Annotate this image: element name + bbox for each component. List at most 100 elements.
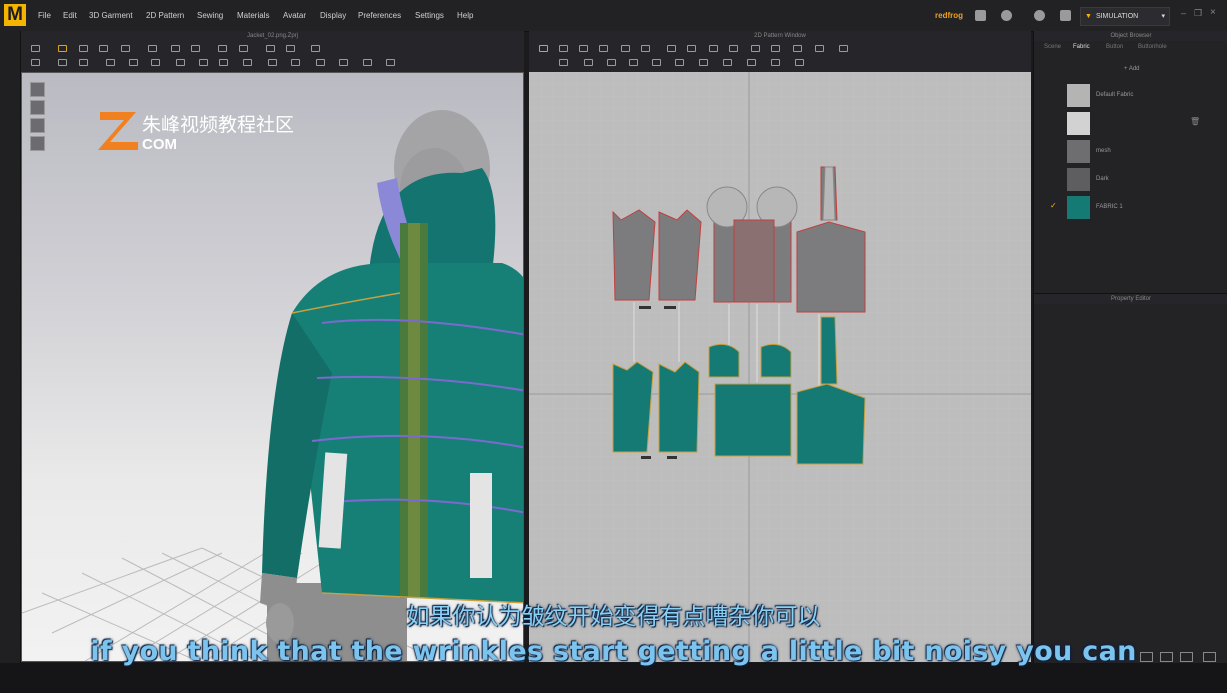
tool-icon[interactable] [199,59,208,66]
close-icon[interactable]: × [1210,7,1216,18]
tab-buttonhole[interactable]: Buttonhole [1138,42,1167,52]
fabric-name: Default Fabric [1096,92,1134,98]
menu-settings[interactable]: Settings [415,0,444,31]
tool-icon[interactable] [58,45,67,52]
tool-icon[interactable] [629,59,638,66]
tool-icon[interactable] [363,59,372,66]
hanger-icon[interactable] [1060,10,1071,21]
menu-help[interactable]: Help [457,0,473,31]
tool-icon[interactable] [584,59,593,66]
restore-icon[interactable]: ❐ [1194,8,1202,19]
tool-icon[interactable] [151,59,160,66]
menu-materials[interactable]: Materials [237,0,269,31]
tool-icon[interactable] [79,45,88,52]
tool-icon[interactable] [129,59,138,66]
tool-icon[interactable] [621,45,630,52]
tool-icon[interactable] [31,45,40,52]
tool-icon[interactable] [839,45,848,52]
tool-icon[interactable] [171,45,180,52]
menu-2d-pattern[interactable]: 2D Pattern [146,0,184,31]
fabric-item[interactable]: Default Fabric [1034,82,1227,109]
menu-avatar[interactable]: Avatar [283,0,306,31]
fabric-swatch [1067,84,1090,107]
tool-icon[interactable] [709,45,718,52]
fabric-item[interactable]: ✓ FABRIC 1 [1034,194,1227,221]
simulation-label: SIMULATION [1095,13,1139,20]
tool-icon[interactable] [386,59,395,66]
tool-icon[interactable] [58,59,67,66]
tool-icon[interactable] [311,45,320,52]
tool-icon[interactable] [176,59,185,66]
tool-icon[interactable] [79,59,88,66]
simulation-mode-dropdown[interactable]: ▼ SIMULATION ▾ [1080,7,1170,26]
menu-bar: M File Edit 3D Garment 2D Pattern Sewing… [0,0,1227,32]
menu-3d-garment[interactable]: 3D Garment [89,0,133,31]
tool-icon[interactable] [539,45,548,52]
tool-icon[interactable] [339,59,348,66]
user-icon[interactable] [1001,10,1012,21]
tool-icon[interactable] [243,59,252,66]
tool-icon[interactable] [599,45,608,52]
tool-icon[interactable] [652,59,661,66]
tool-icon[interactable] [667,45,676,52]
viewport-light-icon[interactable] [30,136,45,151]
tool-icon[interactable] [579,45,588,52]
fabric-item[interactable]: Dark [1034,166,1227,193]
view3d-viewport[interactable] [21,72,524,662]
tool-icon[interactable] [687,45,696,52]
tool-icon[interactable] [268,59,277,66]
tool-icon[interactable] [286,45,295,52]
view2d-canvas[interactable] [529,72,1031,662]
tool-icon[interactable] [559,45,568,52]
view3d-toolbar [21,41,524,72]
trash-icon[interactable]: 🗑 [1190,117,1200,126]
tool-icon[interactable] [266,45,275,52]
fabric-swatch [1067,196,1090,219]
menu-sewing[interactable]: Sewing [197,0,223,31]
tab-button[interactable]: Button [1106,42,1123,52]
fabric-item[interactable]: 🗑 [1034,110,1227,137]
viewport-texture-icon[interactable] [30,118,45,133]
tool-icon[interactable] [723,59,732,66]
tool-icon[interactable] [771,45,780,52]
tool-icon[interactable] [729,45,738,52]
record-icon[interactable] [975,10,986,21]
help-icon[interactable] [1034,10,1045,21]
user-name[interactable]: redfrog [935,0,963,31]
menu-edit[interactable]: Edit [63,0,77,31]
tool-icon[interactable] [675,59,684,66]
tool-icon[interactable] [771,59,780,66]
tool-icon[interactable] [291,59,300,66]
tool-icon[interactable] [699,59,708,66]
tool-icon[interactable] [559,59,568,66]
tool-icon[interactable] [106,59,115,66]
tool-icon[interactable] [641,45,650,52]
tool-icon[interactable] [751,45,760,52]
tool-icon[interactable] [795,59,804,66]
watermark-logo-icon [98,112,138,150]
tool-icon[interactable] [31,59,40,66]
tool-icon[interactable] [218,45,227,52]
add-fabric-button[interactable]: + Add [1124,66,1140,72]
tab-fabric[interactable]: Fabric [1073,42,1090,52]
tool-icon[interactable] [121,45,130,52]
tool-icon[interactable] [239,45,248,52]
tool-icon[interactable] [747,59,756,66]
viewport-garment-icon[interactable] [30,100,45,115]
tool-icon[interactable] [99,45,108,52]
tab-scene[interactable]: Scene [1044,42,1061,52]
menu-preferences[interactable]: Preferences [358,0,401,31]
tool-icon[interactable] [793,45,802,52]
viewport-avatar-icon[interactable] [30,82,45,97]
tool-icon[interactable] [607,59,616,66]
subtitle-english: if you think that the wrinkles start get… [90,636,1137,667]
fabric-item[interactable]: mesh [1034,138,1227,165]
menu-file[interactable]: File [38,0,51,31]
tool-icon[interactable] [148,45,157,52]
tool-icon[interactable] [219,59,228,66]
tool-icon[interactable] [316,59,325,66]
tool-icon[interactable] [191,45,200,52]
menu-display[interactable]: Display [320,0,346,31]
tool-icon[interactable] [815,45,824,52]
minimize-icon[interactable]: – [1181,8,1186,18]
